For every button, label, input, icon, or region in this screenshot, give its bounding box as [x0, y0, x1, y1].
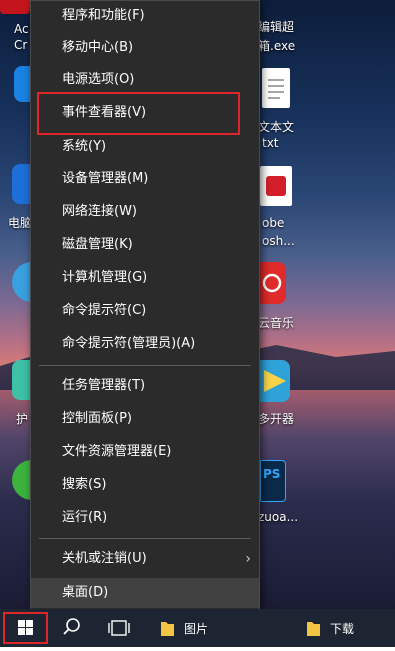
menu-item-power-options[interactable]: 电源选项(O): [31, 65, 259, 95]
menu-separator: [39, 538, 251, 539]
menu-item-mobility-center[interactable]: 移动中心(B): [31, 33, 259, 63]
task-view-icon: [108, 620, 130, 636]
menu-item-control-panel[interactable]: 控制面板(P): [31, 404, 259, 434]
menu-item-shutdown-signout[interactable]: 关机或注销(U) ›: [31, 544, 259, 574]
psd-file-icon[interactable]: PS: [260, 460, 286, 502]
desktop-icon-label-zuoa: zuoa...: [258, 510, 299, 524]
desktop-icon-label-yunyinyue: 云音乐: [258, 316, 295, 330]
desktop-icon-label-hu: 护: [16, 412, 29, 426]
desktop-icon-label-ac: Ac: [14, 22, 29, 36]
search-button[interactable]: [56, 609, 86, 647]
taskbar-folder-label: 下载: [330, 622, 355, 636]
desktop-icon-label-wenben: 文本文: [258, 120, 295, 134]
taskbar: 图片 下载: [0, 609, 395, 647]
event-viewer-highlight: [37, 92, 240, 135]
desktop-icon-label-obe: obe: [262, 216, 285, 230]
menu-item-shutdown-label: 关机或注销(U): [62, 551, 147, 566]
music-swirl: [262, 273, 282, 293]
acrobat-icon[interactable]: [0, 0, 30, 14]
taskbar-folder-downloads[interactable]: 下载: [302, 609, 372, 647]
menu-item-command-prompt[interactable]: 命令提示符(C): [31, 296, 259, 326]
photoshop-badge: [266, 176, 286, 196]
text-file-lines: [268, 79, 284, 99]
menu-item-search[interactable]: 搜索(S): [31, 470, 259, 500]
psd-ps-text: PS: [263, 467, 281, 481]
taskbar-folder-label: 图片: [184, 622, 209, 636]
menu-item-network-connections[interactable]: 网络连接(W): [31, 197, 259, 227]
menu-item-run[interactable]: 运行(R): [31, 503, 259, 533]
menu-item-desktop[interactable]: 桌面(D): [31, 578, 259, 608]
netease-music-icon[interactable]: [260, 262, 286, 304]
menu-item-task-manager[interactable]: 任务管理器(T): [31, 371, 259, 401]
text-file-icon[interactable]: [262, 68, 290, 108]
folder-icon: [307, 622, 320, 636]
desktop-icon-label-txt: txt: [262, 136, 279, 150]
menu-item-disk-management[interactable]: 磁盘管理(K): [31, 230, 259, 260]
menu-item-system[interactable]: 系统(Y): [31, 132, 259, 162]
task-view-button[interactable]: [104, 609, 134, 647]
photoshop-icon[interactable]: [260, 166, 292, 206]
multi-open-arrow: [264, 370, 286, 392]
menu-item-command-prompt-admin[interactable]: 命令提示符(管理员)(A): [31, 329, 259, 359]
taskbar-folder-pictures[interactable]: 图片: [156, 609, 226, 647]
desktop-icon-label-duokaiqi: 多开器: [258, 412, 295, 426]
desktop-icon-label-diannao: 电脑: [8, 216, 33, 230]
start-button-highlight: [3, 612, 48, 644]
menu-separator: [39, 365, 251, 366]
menu-item-programs-features[interactable]: 程序和功能(F): [31, 1, 259, 31]
search-icon: [63, 618, 80, 635]
menu-item-device-manager[interactable]: 设备管理器(M): [31, 164, 259, 194]
chevron-right-icon: ›: [245, 551, 251, 567]
folder-icon: [161, 622, 174, 636]
desktop-icon-label-cr: Cr: [14, 38, 28, 52]
desktop-icon-label-xiang: 箱.exe: [258, 39, 296, 53]
multi-open-icon[interactable]: [260, 360, 290, 402]
desktop-icon-label-bianji: 编辑超: [258, 20, 295, 34]
desktop-icon-label-osh: osh...: [262, 234, 295, 248]
menu-item-file-explorer[interactable]: 文件资源管理器(E): [31, 437, 259, 467]
menu-item-computer-management[interactable]: 计算机管理(G): [31, 263, 259, 293]
